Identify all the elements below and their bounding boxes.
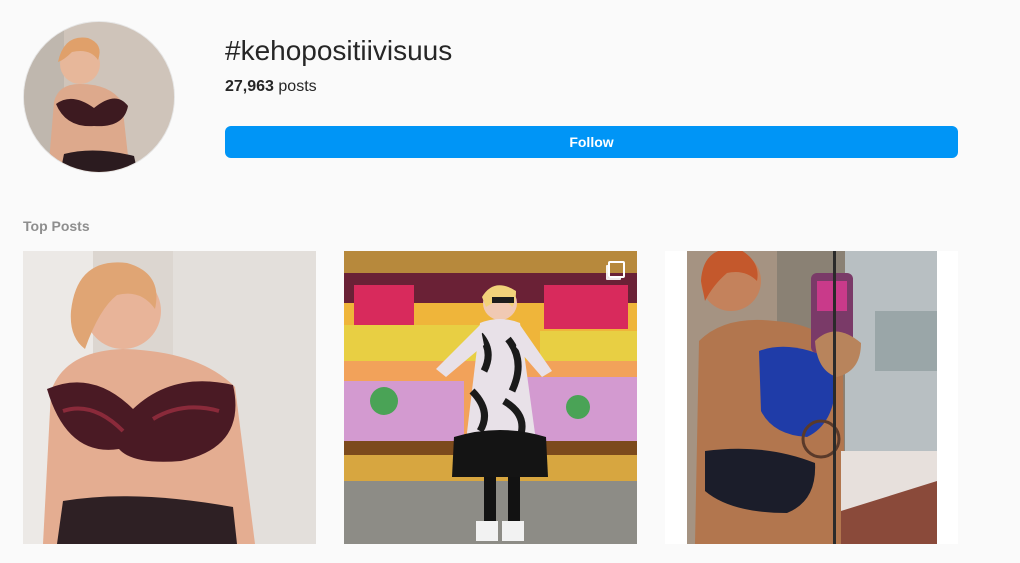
post-count-number: 27,963 <box>225 78 274 95</box>
post-count-label: posts <box>278 78 317 95</box>
avatar-photo <box>24 22 174 172</box>
top-post-3[interactable] <box>665 251 958 544</box>
post-3-photo <box>665 251 958 544</box>
top-posts-heading: Top Posts <box>23 218 90 234</box>
post-2-photo <box>344 251 637 544</box>
hashtag-avatar <box>23 21 175 173</box>
post-1-photo <box>23 251 316 544</box>
multiple-photos-icon <box>608 261 625 278</box>
follow-button[interactable]: Follow <box>225 126 958 158</box>
top-post-2[interactable] <box>344 251 637 544</box>
post-count: 27,963 posts <box>225 77 317 97</box>
top-post-1[interactable] <box>23 251 316 544</box>
hashtag-title: #kehopositiivisuus <box>225 35 453 66</box>
